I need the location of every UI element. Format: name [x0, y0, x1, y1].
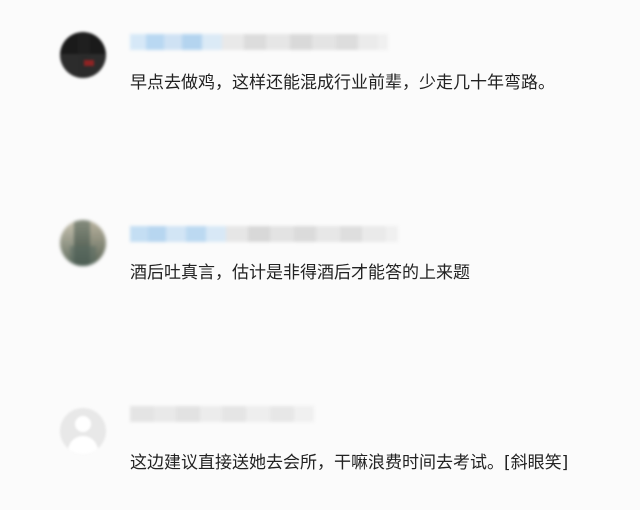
- comment-text: 这边建议直接送她去会所，干嘛浪费时间去考试。[斜眼笑]: [130, 453, 569, 473]
- comment-text: 早点去做鸡，这样还能混成行业前辈，少走几十年弯路。: [130, 73, 555, 93]
- username-blurred[interactable]: [130, 34, 388, 50]
- avatar[interactable]: [60, 408, 106, 454]
- avatar-detail: [70, 246, 96, 266]
- comment-text: 酒后吐真言，估计是非得酒后才能答的上来题: [130, 263, 470, 283]
- avatar[interactable]: [60, 220, 106, 266]
- username-blurred[interactable]: [130, 226, 398, 242]
- avatar-detail: [84, 60, 94, 66]
- username-blurred[interactable]: [130, 406, 314, 422]
- comment-feed: 早点去做鸡，这样还能混成行业前辈，少走几十年弯路。 酒后吐真言，估计是非得酒后才…: [0, 0, 640, 510]
- avatar[interactable]: [60, 32, 106, 78]
- default-avatar-icon: [75, 416, 91, 432]
- default-avatar-body: [68, 436, 98, 454]
